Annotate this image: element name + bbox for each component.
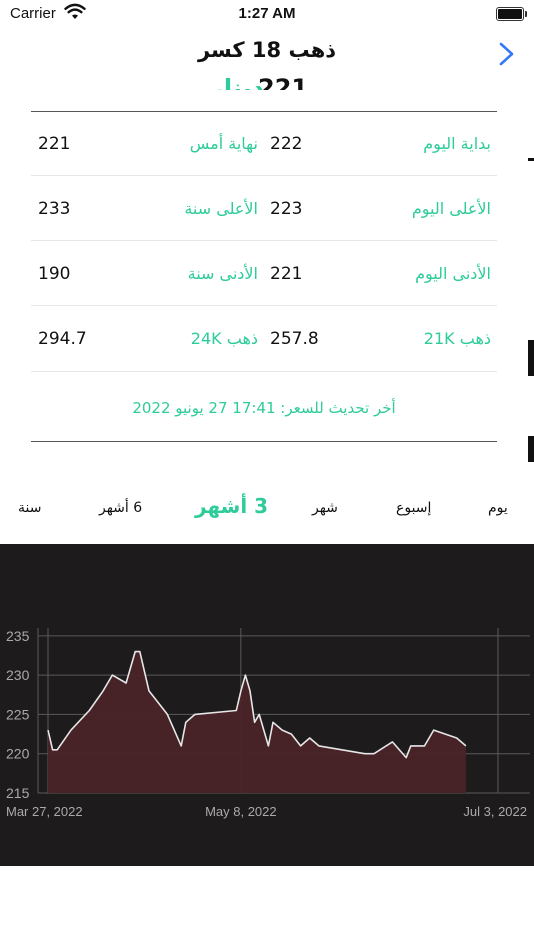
x-tick-label: May 8, 2022 [205, 804, 277, 819]
year-high-label: الأعلى سنة [184, 199, 258, 218]
last-update-text: أخر تحديث للسعر: 17:41 27 يونيو 2022 [132, 399, 396, 417]
price-header: 221 دينار [200, 68, 340, 90]
row-divider [31, 371, 497, 372]
row-divider [31, 240, 497, 241]
y-tick-label: 235 [6, 628, 30, 644]
tab-day[interactable]: يوم [488, 500, 508, 516]
divider [31, 441, 497, 442]
tab-3-months[interactable]: 3 أشهر [195, 494, 268, 518]
row-divider [31, 175, 497, 176]
divider [31, 111, 497, 112]
prev-close-value: 221 [38, 134, 71, 154]
gold-24k-value: 294.7 [38, 329, 87, 349]
x-tick-label: Jul 3, 2022 [463, 804, 527, 819]
period-tabs: يوم إسبوع شهر 3 أشهر 6 أشهر سنة [0, 494, 534, 524]
tab-6-months[interactable]: 6 أشهر [99, 500, 142, 516]
y-tick-label: 225 [6, 706, 30, 722]
year-high-value: 233 [38, 199, 71, 219]
price-chart-svg: 235 230 225 220 215 Mar 27, 2022 May 8, 2022 Ju… [6, 628, 530, 819]
y-tick-label: 220 [6, 746, 30, 762]
gold-21k-value: 257.8 [270, 329, 319, 349]
year-low-value: 190 [38, 264, 71, 284]
day-open-label: بداية اليوم [423, 134, 491, 153]
day-low-label: الأدنى اليوم [415, 264, 491, 283]
gold-21k-label: ذهب 21K [423, 329, 491, 348]
y-tick-label: 215 [6, 785, 30, 801]
clock: 1:27 AM [238, 5, 296, 22]
battery-icon [496, 7, 527, 21]
gold-24k-label: ذهب 24K [190, 329, 258, 348]
chart-area [48, 651, 466, 793]
page-title: ذهب 18 كسر [197, 38, 337, 62]
y-tick-label: 230 [6, 667, 30, 683]
row-divider [31, 305, 497, 306]
day-open-value: 222 [270, 134, 303, 154]
tab-week[interactable]: إسبوع [396, 500, 431, 516]
chevron-right-icon[interactable] [496, 42, 518, 66]
x-tick-label: Mar 27, 2022 [6, 804, 83, 819]
price-chart[interactable]: 235 230 225 220 215 Mar 27, 2022 May 8, 2022 Ju… [0, 544, 534, 866]
price-unit: دينار [210, 74, 264, 90]
current-price: 221 [258, 74, 309, 90]
status-bar: Carrier 1:27 AM [0, 0, 534, 28]
day-high-value: 223 [270, 199, 303, 219]
day-low-value: 221 [270, 264, 303, 284]
day-high-label: الأعلى اليوم [411, 199, 491, 218]
prev-close-label: نهاية أمس [189, 134, 258, 153]
year-low-label: الأدنى سنة [187, 264, 258, 283]
tab-month[interactable]: شهر [312, 500, 338, 516]
tab-year[interactable]: سنة [18, 500, 41, 516]
